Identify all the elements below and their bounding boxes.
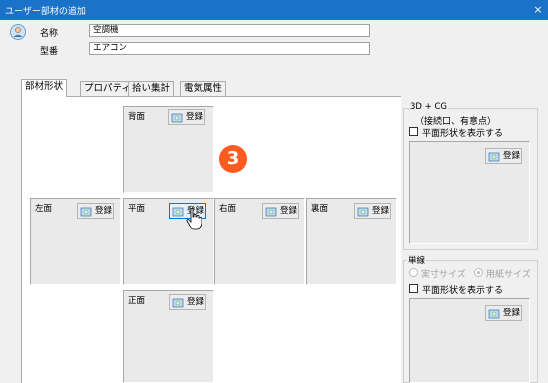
view-back-label: 背面 [128,112,146,122]
view-rear-label: 裏面 [311,204,329,214]
register-back-label: 登録 [186,112,204,122]
register-icon [357,207,369,217]
close-icon[interactable]: × [530,2,546,18]
show-plan-checkbox-single[interactable] [409,284,418,293]
show-plan-checkbox-3d[interactable] [409,127,418,136]
register-right-label: 登録 [280,206,298,216]
register-right-button[interactable]: 登録 [262,203,299,219]
register-3d-label: 登録 [503,151,521,161]
model-label: 型番 [40,47,59,57]
register-icon [488,309,500,319]
register-icon [171,113,183,123]
name-label: 名称 [40,29,59,39]
register-rear-button[interactable]: 登録 [354,203,391,219]
tab-properties[interactable]: プロパティ [80,81,135,96]
register-icon [265,207,277,217]
step-badge: 3 [219,145,247,173]
radio-actual-size[interactable] [409,268,418,277]
view-front-label: 正面 [128,296,146,306]
person-icon [10,24,26,40]
view-back: 背面 登録 [123,106,214,193]
register-left-label: 登録 [95,206,113,216]
register-left-button[interactable]: 登録 [77,203,114,219]
tab-takeoff[interactable]: 拾い集計 [128,81,175,96]
view-front: 正面 登録 [123,290,214,383]
register-icon [488,152,500,162]
preview-3dcg: 登録 [409,141,530,244]
register-single-label: 登録 [503,308,521,318]
register-icon [80,207,92,217]
window-titlebar: ユーザー部材の追加 × [0,0,548,20]
register-icon [172,207,184,217]
register-icon [172,298,184,308]
show-plan-label-3d: 平面形状を表示する [422,129,504,139]
register-back-button[interactable]: 登録 [168,109,205,125]
window-title: ユーザー部材の追加 [5,7,86,17]
view-right-label: 右面 [219,204,237,214]
group-single-line-title: 単線 [407,254,427,266]
register-front-button[interactable]: 登録 [169,294,206,310]
cursor-hand-icon [186,208,202,230]
register-rear-label: 登録 [372,206,390,216]
view-left-label: 左面 [35,204,53,214]
radio-paper-size[interactable] [474,268,483,277]
register-3d-button[interactable]: 登録 [485,148,522,164]
view-rear: 裏面 登録 [306,198,397,285]
register-single-button[interactable]: 登録 [485,305,522,321]
tab-electrical[interactable]: 電気属性 [180,81,227,96]
view-plan-label: 平面 [128,204,146,214]
tab-shape[interactable]: 部材形状 [21,79,68,97]
name-field[interactable]: 空調機 [89,24,370,37]
view-right: 右面 登録 [214,198,305,285]
view-left: 左面 登録 [30,198,121,285]
radio-paper-size-label: 用紙サイズ [486,270,531,280]
register-front-label: 登録 [187,297,205,307]
model-field[interactable]: エアコン [89,42,370,55]
preview-single-line: 登録 [409,298,530,383]
radio-actual-size-label: 実寸サイズ [421,270,466,280]
group-3dcg-title: 3D + CG [409,102,449,112]
show-plan-label-single: 平面形状を表示する [422,286,504,296]
